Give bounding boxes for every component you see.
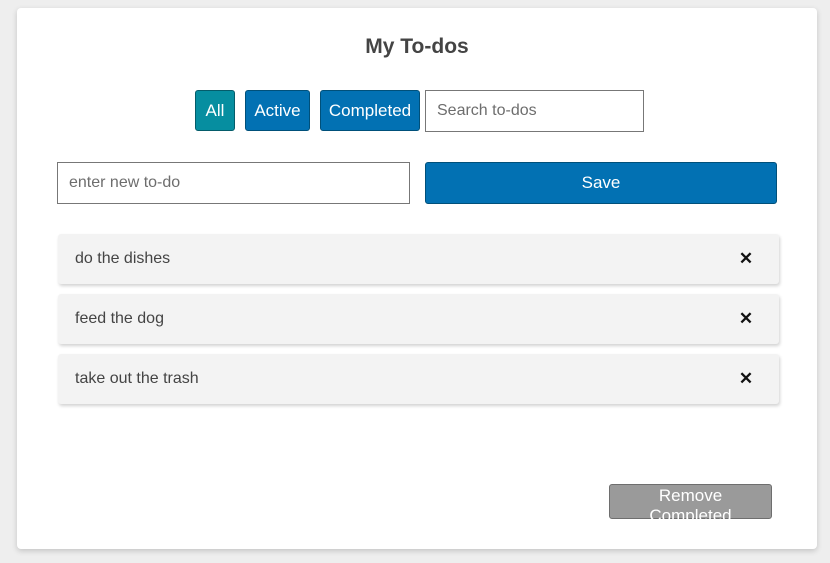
todo-card: My To-dos All Active Completed Save do t…	[17, 8, 817, 549]
page-title: My To-dos	[365, 35, 469, 58]
todo-text: feed the dog	[75, 310, 164, 327]
filter-all-button[interactable]: All	[195, 90, 235, 131]
search-input[interactable]	[425, 90, 644, 132]
new-todo-input[interactable]	[57, 162, 410, 204]
todo-item: feed the dog ✕	[58, 294, 779, 344]
todo-list: do the dishes ✕ feed the dog ✕ take out …	[58, 234, 779, 414]
filter-active-button[interactable]: Active	[245, 90, 310, 131]
todo-item: take out the trash ✕	[58, 354, 779, 404]
todo-text: take out the trash	[75, 370, 199, 387]
filter-completed-button[interactable]: Completed	[320, 90, 420, 131]
close-icon[interactable]: ✕	[737, 309, 755, 328]
save-button[interactable]: Save	[425, 162, 777, 204]
todo-item: do the dishes ✕	[58, 234, 779, 284]
close-icon[interactable]: ✕	[737, 249, 755, 268]
close-icon[interactable]: ✕	[737, 369, 755, 388]
todo-text: do the dishes	[75, 250, 171, 267]
remove-completed-button[interactable]: Remove Completed	[609, 484, 772, 525]
